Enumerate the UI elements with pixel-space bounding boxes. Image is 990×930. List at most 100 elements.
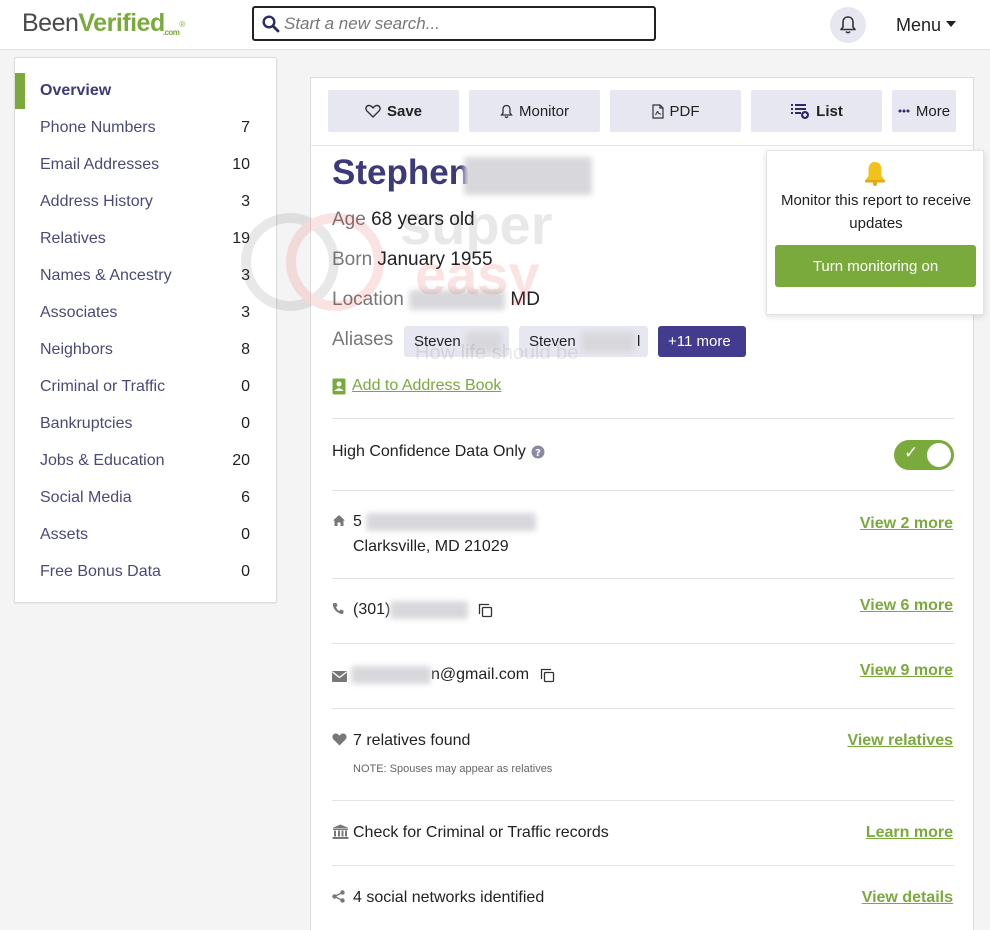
more-button[interactable]: More: [892, 90, 956, 132]
sidebar-item-count: 19: [232, 230, 250, 247]
add-to-address-book-link[interactable]: Add to Address Book: [332, 377, 501, 395]
address-line-1: 5: [353, 513, 536, 531]
high-confidence-toggle[interactable]: ✓: [894, 440, 954, 470]
sidebar-item-label: Associates: [40, 304, 118, 321]
list-button[interactable]: List: [751, 90, 882, 132]
view-more-phones-link[interactable]: View 6 more: [860, 597, 953, 615]
sidebar-item-jobs-education[interactable]: Jobs & Education 20: [15, 443, 278, 480]
divider: [332, 643, 954, 644]
email-address: n@gmail.com: [351, 666, 555, 684]
sidebar-item-address-history[interactable]: Address History 3: [15, 184, 278, 221]
person-name: Stephen: [332, 153, 592, 195]
sidebar-item-relatives[interactable]: Relatives 19: [15, 221, 278, 258]
social-networks-text: 4 social networks identified: [353, 889, 545, 906]
sidebar-item-overview[interactable]: Overview: [15, 73, 278, 110]
sidebar-item-label: Relatives: [40, 230, 106, 247]
aliases-more-button[interactable]: +11 more: [658, 326, 746, 357]
bell-icon: [865, 162, 885, 186]
first-name: Stephen: [332, 153, 471, 192]
view-relatives-link[interactable]: View relatives: [847, 732, 953, 750]
menu-button[interactable]: Menu: [896, 15, 957, 36]
sidebar-item-social-media[interactable]: Social Media 6: [15, 480, 278, 517]
view-details-link[interactable]: View details: [862, 889, 953, 907]
bell-icon: [840, 16, 856, 34]
monitor-message: Monitor this report to receive updates: [780, 192, 972, 232]
age-field: Age 68 years old: [332, 209, 475, 231]
relatives-note: NOTE: Spouses may appear as relatives: [353, 763, 553, 775]
redacted-alias: [581, 332, 635, 352]
age-key: Age: [332, 209, 366, 230]
svg-text:?: ?: [535, 448, 541, 459]
pdf-button[interactable]: PDF: [610, 90, 741, 132]
heart-outline-icon: [365, 104, 381, 118]
criminal-check-text: Check for Criminal or Traffic records: [353, 824, 609, 841]
sidebar-item-count: 20: [232, 452, 250, 469]
sidebar-item-count: 10: [232, 156, 250, 173]
sidebar-item-count: 7: [241, 119, 250, 136]
address-book-icon: [332, 378, 346, 394]
sidebar-item-associates[interactable]: Associates 3: [15, 295, 278, 332]
share-icon: [332, 890, 345, 908]
sidebar-item-bankruptcies[interactable]: Bankruptcies 0: [15, 406, 278, 443]
sidebar-item-count: 6: [241, 489, 250, 506]
sidebar-item-label: Email Addresses: [40, 156, 160, 173]
alias-name: Steven: [529, 333, 576, 350]
sidebar-item-count: 8: [241, 341, 250, 358]
age-value: 68 years old: [371, 209, 475, 230]
alias-chip[interactable]: Steven l: [519, 326, 648, 357]
active-indicator: [15, 73, 25, 109]
sidebar-item-count: 0: [241, 415, 250, 432]
sidebar-item-label: Phone Numbers: [40, 119, 156, 136]
sidebar-item-label: Names & Ancestry: [40, 267, 172, 284]
address-city: Clarksville, MD 21029: [353, 538, 509, 555]
bell-icon: [500, 104, 513, 119]
sidebar-item-count: 3: [241, 267, 250, 284]
divider: [332, 418, 954, 419]
monitor-label: Monitor: [518, 102, 570, 120]
sidebar-item-assets[interactable]: Assets 0: [15, 517, 278, 554]
high-confidence-label: High Confidence Data Only ?: [332, 443, 545, 461]
monitor-button[interactable]: Monitor: [469, 90, 600, 132]
sidebar-item-phone-numbers[interactable]: Phone Numbers 7: [15, 110, 278, 147]
pdf-file-icon: [651, 103, 664, 119]
sidebar-item-label: Free Bonus Data: [40, 563, 161, 580]
sidebar-item-free-bonus-data[interactable]: Free Bonus Data 0: [15, 554, 278, 591]
location-field: Location MD: [332, 289, 540, 311]
sidebar-item-names-ancestry[interactable]: Names & Ancestry 3: [15, 258, 278, 295]
save-button[interactable]: Save: [328, 90, 459, 132]
sidebar-item-email-addresses[interactable]: Email Addresses 10: [15, 147, 278, 184]
divider: [332, 865, 954, 866]
learn-more-link[interactable]: Learn more: [866, 824, 953, 842]
sidebar-item-label: Overview: [40, 82, 112, 99]
alias-chip[interactable]: Steven: [404, 326, 509, 357]
report-toolbar: Save Monitor PDF List More: [311, 78, 973, 146]
relatives-found: 7 relatives found: [353, 732, 471, 749]
phone-icon: [332, 602, 344, 620]
phone-number: (301): [353, 601, 493, 619]
turn-monitoring-on-button[interactable]: Turn monitoring on: [775, 245, 976, 287]
view-more-addresses-link[interactable]: View 2 more: [860, 515, 953, 533]
sidebar-item-criminal-traffic[interactable]: Criminal or Traffic 0: [15, 369, 278, 406]
notifications-button[interactable]: [830, 7, 866, 43]
copy-icon[interactable]: [478, 603, 493, 618]
copy-icon[interactable]: [540, 668, 555, 683]
search-input[interactable]: [284, 12, 644, 36]
divider: [332, 578, 954, 579]
courthouse-icon: [332, 824, 349, 844]
redacted-city: [409, 289, 506, 310]
pdf-label: PDF: [669, 102, 700, 120]
redacted-alias: [466, 332, 502, 352]
sidebar-item-neighbors[interactable]: Neighbors 8: [15, 332, 278, 369]
list-add-icon: [790, 103, 810, 119]
monitor-popover: Monitor this report to receive updates T…: [766, 150, 984, 315]
sidebar-item-label: Criminal or Traffic: [40, 378, 166, 395]
logo-verified: Verified: [78, 9, 165, 37]
location-value: MD: [510, 289, 540, 310]
beenverified-logo[interactable]: BeenVerified.com®: [22, 9, 187, 37]
help-icon[interactable]: ?: [531, 445, 545, 459]
view-more-emails-link[interactable]: View 9 more: [860, 662, 953, 680]
search-box[interactable]: [252, 6, 656, 41]
alias-name: Steven: [414, 333, 461, 350]
sidebar-item-count: 3: [241, 304, 250, 321]
search-icon: [262, 15, 280, 33]
